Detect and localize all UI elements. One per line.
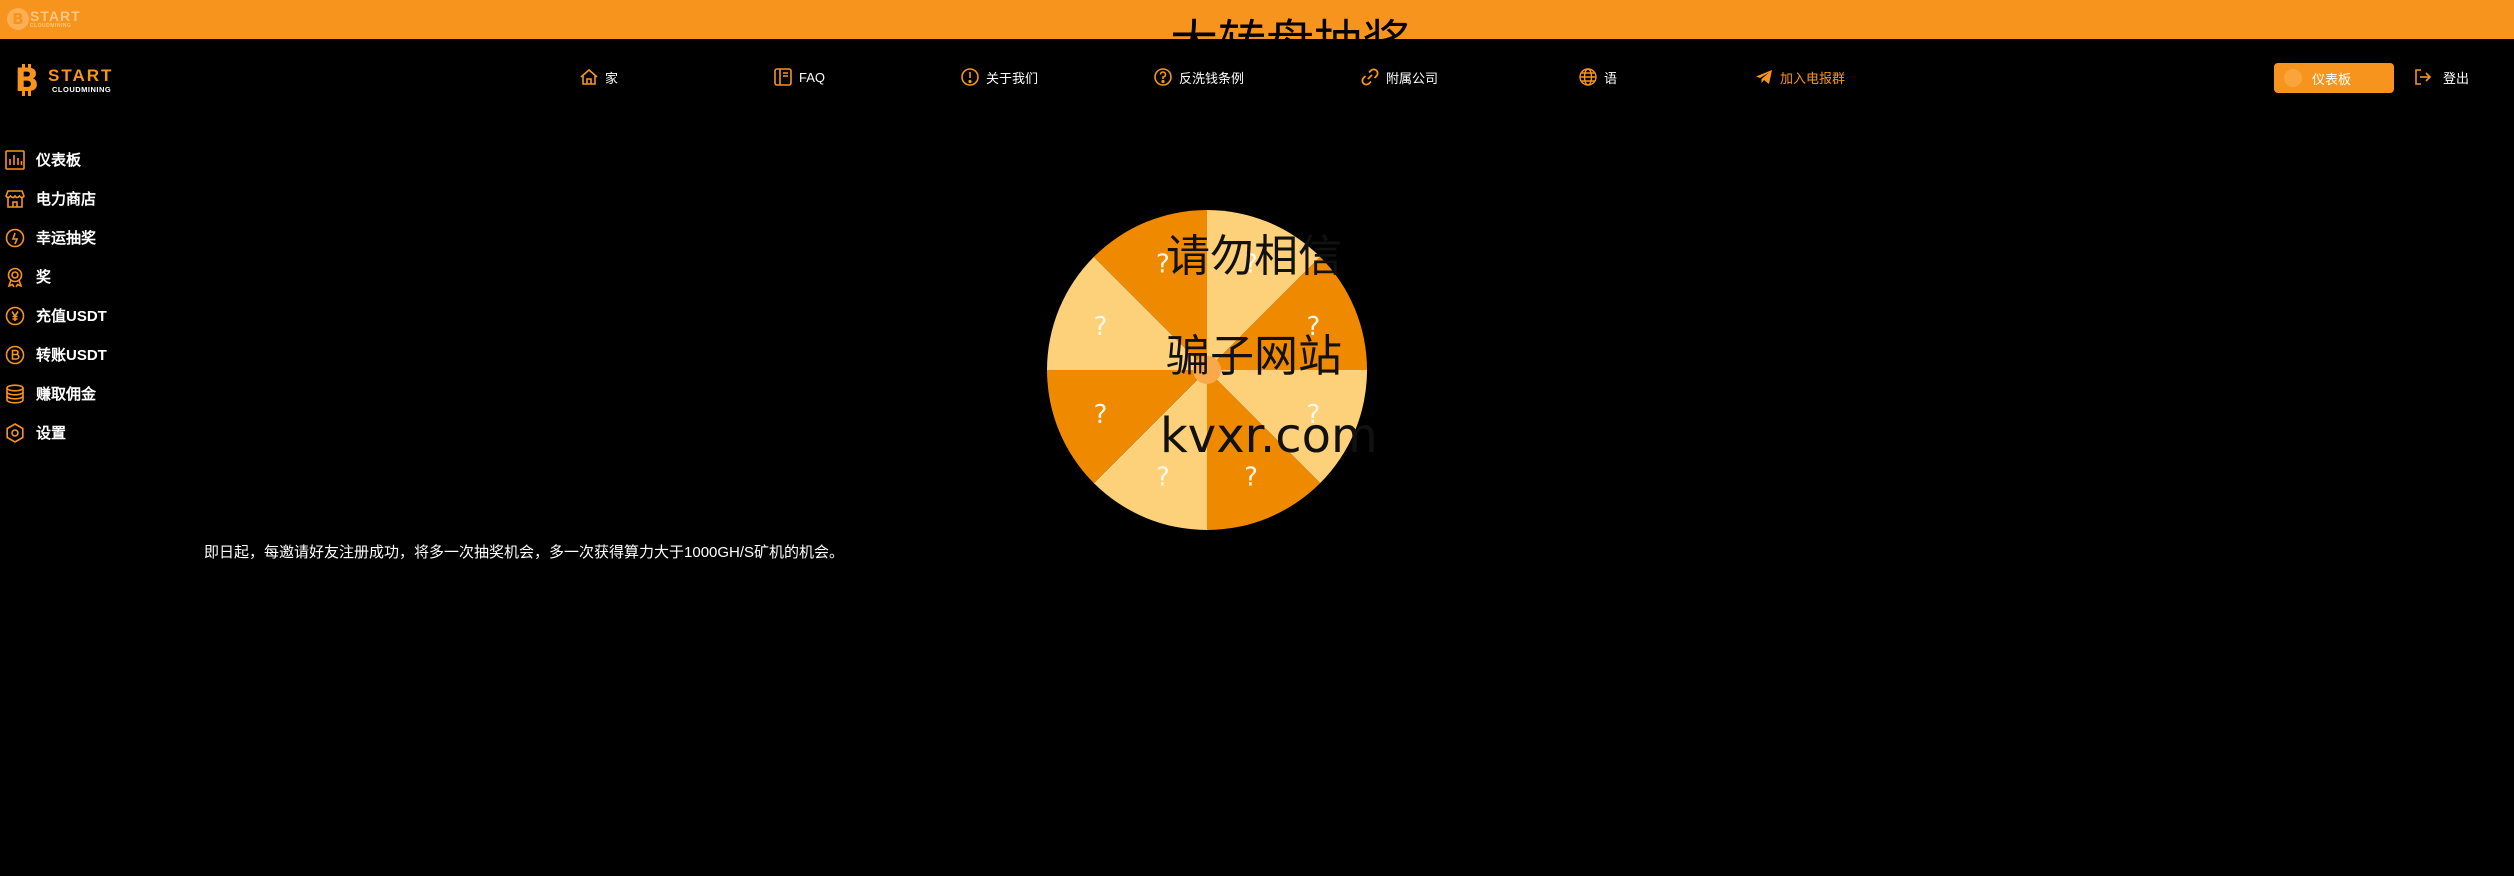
nav-aml[interactable]: 反洗钱条例 <box>1153 67 1244 87</box>
sidebar-item-power-store[interactable]: 电力商店 <box>0 179 180 218</box>
sidebar-item-label: 电力商店 <box>36 191 97 208</box>
nav-faq-label: FAQ <box>799 69 826 85</box>
top-banner-logo: B START CLOUDMINING <box>6 7 81 31</box>
wheel-prize-mark: ? <box>1156 462 1170 492</box>
main-header: B START CLOUDMINING 家 FAQ 关于我们 反洗钱条例 附属公… <box>0 39 2514 119</box>
nav-affiliate-label: 附属公司 <box>1386 70 1439 86</box>
sidebar-item-label: 充值USDT <box>36 308 107 325</box>
nav-about[interactable]: 关于我们 <box>960 67 1038 87</box>
link-icon <box>1361 68 1379 86</box>
sidebar-item-label: 设置 <box>36 425 67 442</box>
nav-telegram-label: 加入电报群 <box>1780 70 1846 86</box>
bitcoin-logo-icon: B <box>15 63 39 97</box>
question-icon <box>1154 68 1172 86</box>
nav-affiliate[interactable]: 附属公司 <box>1360 67 1438 87</box>
nav-aml-label: 反洗钱条例 <box>1179 70 1245 86</box>
sidebar: 仪表板 电力商店 幸运抽奖 奖 充值USDT 转账USDT 赚取佣金 设置 <box>0 140 180 452</box>
award-icon <box>7 267 23 287</box>
nav-home-label: 家 <box>605 70 619 86</box>
top-banner: B START CLOUDMINING 大转盘抽奖 <box>0 0 2514 39</box>
sidebar-item-label: 幸运抽奖 <box>36 230 97 247</box>
invite-notice: 即日起，每邀请好友注册成功，将多一次抽奖机会，多一次获得算力大于1000GH/S… <box>204 544 845 561</box>
brand-sub: CLOUDMINING <box>52 84 112 94</box>
warning-line-1: 请勿相信 <box>1166 231 1342 282</box>
sidebar-item-lucky-draw[interactable]: 幸运抽奖 <box>0 218 180 257</box>
sidebar-item-commission[interactable]: 赚取佣金 <box>0 374 180 413</box>
sidebar-item-label: 转账USDT <box>36 347 107 364</box>
coins-icon <box>6 383 24 404</box>
info-icon <box>961 68 979 86</box>
brand-word: START <box>48 65 114 85</box>
home-icon <box>580 68 598 85</box>
sidebar-item-settings[interactable]: 设置 <box>0 413 180 452</box>
dashboard-button-label: 仪表板 <box>2312 71 2352 87</box>
nav-faq[interactable]: FAQ <box>773 67 825 87</box>
wheel-prize-mark: ? <box>1094 400 1108 430</box>
warning-line-2: 骗子网站 <box>1166 331 1342 382</box>
sidebar-item-award[interactable]: 奖 <box>0 257 180 296</box>
chart-icon <box>5 149 25 170</box>
brand-logo[interactable]: B START CLOUDMINING <box>12 63 113 97</box>
logout-label: 登出 <box>2443 70 2470 86</box>
store-icon <box>5 189 25 208</box>
globe-icon <box>1579 68 1597 86</box>
avatar <box>2284 69 2302 87</box>
deposit-icon <box>5 306 25 325</box>
svg-text:B: B <box>15 63 39 97</box>
telegram-icon <box>1756 70 1772 84</box>
top-banner-logo-word: START <box>30 8 81 24</box>
page-title: 大转盘抽奖 <box>1170 20 1410 40</box>
logout-button[interactable]: 登出 <box>2413 67 2469 87</box>
sidebar-item-label: 奖 <box>36 269 52 286</box>
nav-home[interactable]: 家 <box>579 67 618 87</box>
nav-telegram[interactable]: 加入电报群 <box>1754 67 1845 87</box>
book-icon <box>774 68 792 86</box>
wheel-prize-mark: ? <box>1244 462 1258 492</box>
sidebar-item-deposit-usdt[interactable]: 充值USDT <box>0 296 180 335</box>
lucky-icon <box>5 228 25 247</box>
sidebar-item-label: 赚取佣金 <box>36 386 97 403</box>
wheel-prize-mark: ? <box>1094 312 1108 342</box>
sidebar-item-transfer-usdt[interactable]: 转账USDT <box>0 335 180 374</box>
logout-icon <box>2415 69 2432 85</box>
nav-language[interactable]: 语 <box>1578 67 1617 87</box>
nav-about-label: 关于我们 <box>986 70 1039 86</box>
sidebar-item-label: 仪表板 <box>36 152 82 169</box>
dashboard-button[interactable]: 仪表板 <box>2274 63 2394 93</box>
sidebar-item-dashboard[interactable]: 仪表板 <box>0 140 180 179</box>
bitcoin-icon <box>5 345 25 364</box>
settings-icon <box>6 422 24 443</box>
bitcoin-logo-icon: B <box>7 8 29 30</box>
warning-line-3: kvxr.com <box>1160 408 1378 464</box>
nav-language-label: 语 <box>1604 70 1618 86</box>
svg-text:B: B <box>12 10 23 28</box>
